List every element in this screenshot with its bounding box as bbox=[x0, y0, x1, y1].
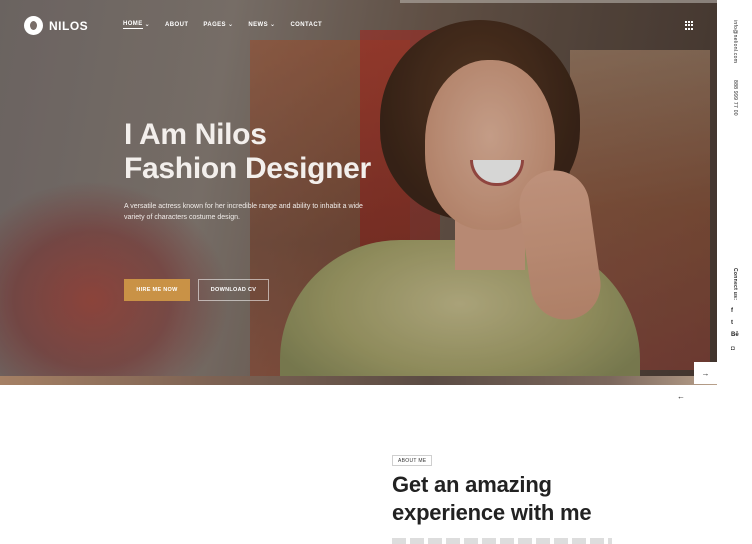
nav-item-about[interactable]: ABOUT bbox=[165, 21, 188, 29]
about-title-line1: Get an amazing bbox=[392, 472, 552, 497]
arrow-right-icon: → bbox=[701, 368, 710, 378]
hero-title-line1: I Am Nilos bbox=[124, 118, 267, 151]
nav-item-contact[interactable]: CONTACT bbox=[290, 21, 322, 29]
nav-label: NEWS bbox=[248, 22, 268, 28]
about-text-cutoff bbox=[392, 538, 612, 544]
menu-grid-icon[interactable] bbox=[685, 21, 694, 30]
slider-prev-button[interactable]: ← bbox=[677, 392, 685, 401]
nav-item-pages[interactable]: PAGES ⌄ bbox=[203, 21, 233, 29]
hero-title-line2: Fashion Designer bbox=[124, 152, 371, 185]
sidebar-email[interactable]: info@nelionl.com bbox=[732, 20, 738, 63]
brand-logo[interactable]: NILOS bbox=[24, 16, 88, 35]
download-cv-button[interactable]: DOWNLOAD CV bbox=[198, 279, 269, 301]
about-title-line2: experience with me bbox=[392, 500, 592, 525]
nav-label: CONTACT bbox=[290, 22, 323, 28]
nav-label: ABOUT bbox=[165, 22, 189, 28]
nav-label: HOME bbox=[123, 21, 143, 29]
chevron-down-icon: ⌄ bbox=[144, 22, 151, 28]
hero-bottom-strip bbox=[0, 376, 717, 385]
right-sidebar: info@nelionl.com 888 999 77 00 Connect u… bbox=[717, 0, 752, 544]
sidebar-connect-label: Connect us: bbox=[732, 268, 738, 301]
twitter-icon[interactable]: t bbox=[731, 320, 733, 326]
facebook-icon[interactable]: f bbox=[731, 308, 733, 314]
hero-description: A versatile actress known for her incred… bbox=[124, 203, 363, 221]
nav-item-news[interactable]: NEWS ⌄ bbox=[248, 21, 275, 29]
hero-overlay bbox=[0, 0, 717, 384]
arrow-left-icon: ← bbox=[677, 392, 685, 401]
behance-icon[interactable]: Bē bbox=[731, 332, 739, 338]
instagram-icon[interactable]: ◘ bbox=[731, 346, 735, 352]
brand-name: NILOS bbox=[49, 18, 89, 33]
nav-item-home[interactable]: HOME ⌄ bbox=[123, 21, 150, 29]
chevron-down-icon: ⌄ bbox=[227, 22, 234, 28]
logo-icon bbox=[24, 16, 43, 35]
about-badge: ABOUT ME bbox=[392, 455, 433, 466]
about-title: Get an amazing experience with me bbox=[392, 471, 592, 527]
slider-next-button[interactable]: → bbox=[694, 362, 717, 384]
hero-section: NILOS HOME ⌄ ABOUT PAGES ⌄ NEWS ⌄ CONTAC… bbox=[0, 0, 717, 384]
hire-me-button[interactable]: HIRE ME NOW bbox=[124, 279, 190, 301]
chevron-down-icon: ⌄ bbox=[270, 22, 276, 28]
sidebar-phone[interactable]: 888 999 77 00 bbox=[732, 80, 738, 116]
main-nav: HOME ⌄ ABOUT PAGES ⌄ NEWS ⌄ CONTACT bbox=[123, 21, 322, 29]
nav-label: PAGES bbox=[203, 22, 226, 28]
hero-title: I Am Nilos Fashion Designer bbox=[124, 118, 371, 186]
